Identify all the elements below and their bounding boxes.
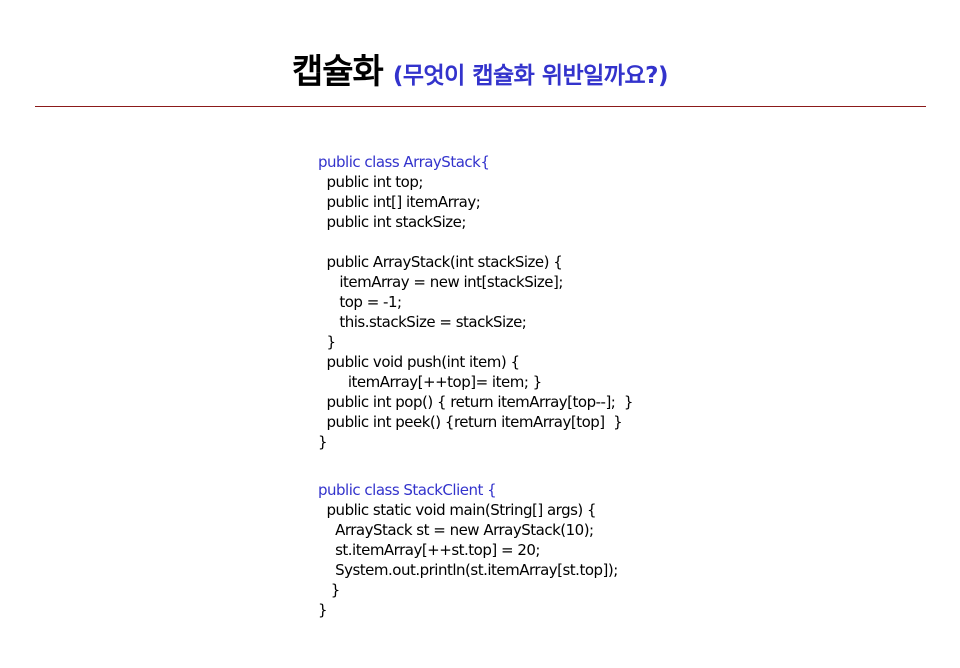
code-line: public static void main(String[] args) { bbox=[318, 501, 597, 519]
code-line: } bbox=[318, 333, 337, 351]
code-line: System.out.println(st.itemArray[st.top])… bbox=[318, 561, 618, 579]
code-line: } bbox=[318, 433, 328, 451]
code-block-stack-client: public class StackClient { public static… bbox=[318, 480, 618, 620]
slide-title: 캡슐화 bbox=[292, 52, 384, 92]
code-line: itemArray = new int[stackSize]; bbox=[318, 273, 563, 291]
code-line: public int pop() { return itemArray[top-… bbox=[318, 393, 634, 411]
code-line: top = -1; bbox=[318, 293, 402, 311]
title-divider bbox=[35, 106, 926, 107]
code-line: ArrayStack st = new ArrayStack(10); bbox=[318, 521, 594, 539]
code-line: public int[] itemArray; bbox=[318, 193, 481, 211]
code-line: public int stackSize; bbox=[318, 213, 467, 231]
code-line: } bbox=[318, 581, 341, 599]
code-line: itemArray[++top]= item; } bbox=[318, 373, 542, 391]
code-line: } bbox=[318, 601, 328, 619]
code-line: public void push(int item) { bbox=[318, 353, 520, 371]
slide-subtitle: (무엇이 캡슐화 위반일까요?) bbox=[392, 63, 669, 89]
code-line: this.stackSize = stackSize; bbox=[318, 313, 527, 331]
code-line: st.itemArray[++st.top] = 20; bbox=[318, 541, 540, 559]
code-line: public ArrayStack(int stackSize) { bbox=[318, 253, 563, 271]
code-line: public int peek() {return itemArray[top]… bbox=[318, 413, 623, 431]
code-line-class-declaration: public class StackClient { bbox=[318, 481, 497, 499]
code-line-class-declaration: public class ArrayStack{ bbox=[318, 153, 490, 171]
code-block-array-stack: public class ArrayStack{ public int top;… bbox=[318, 152, 633, 452]
slide-title-row: 캡슐화 (무엇이 캡슐화 위반일까요?) bbox=[0, 44, 960, 93]
code-line: public int top; bbox=[318, 173, 424, 191]
